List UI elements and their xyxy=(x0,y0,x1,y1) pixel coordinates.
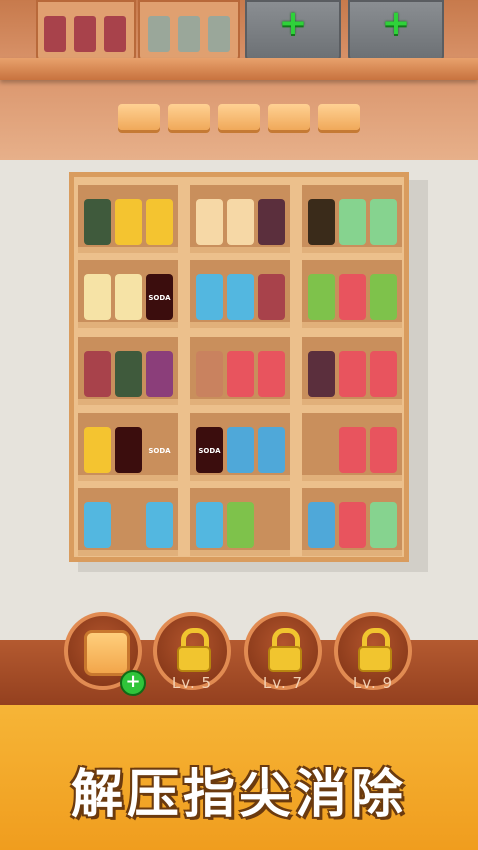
shelf-item[interactable] xyxy=(146,502,173,548)
shelf-item[interactable] xyxy=(84,502,111,548)
shelf-item[interactable] xyxy=(258,427,285,473)
tray-slot xyxy=(168,104,210,130)
cup-item xyxy=(178,16,200,52)
soda-label: SODA xyxy=(148,447,171,455)
shelf-item[interactable] xyxy=(84,199,111,245)
slot-cups[interactable] xyxy=(138,0,240,62)
shelf-cell[interactable] xyxy=(302,337,402,405)
shelf-item[interactable] xyxy=(227,274,254,320)
shelf-item[interactable] xyxy=(370,502,397,548)
shelf-item[interactable] xyxy=(115,351,142,397)
shelf-item[interactable] xyxy=(370,427,397,473)
cookie-box-item xyxy=(74,16,96,52)
toast-icon xyxy=(84,630,130,676)
level-label: Lv. 5 xyxy=(171,674,213,692)
plus-icon: + xyxy=(381,3,411,43)
shelf-item[interactable] xyxy=(339,199,366,245)
plus-icon: + xyxy=(278,3,308,43)
shelf-item[interactable] xyxy=(308,351,335,397)
level-label: Lv. 7 xyxy=(262,674,304,692)
shelf-item[interactable] xyxy=(370,199,397,245)
shelf-item[interactable] xyxy=(115,427,142,473)
shelf-item[interactable] xyxy=(146,351,173,397)
shelf-item[interactable] xyxy=(339,427,366,473)
shelf-cell[interactable] xyxy=(302,488,402,556)
cookie-box-item xyxy=(44,16,66,52)
shelf-item[interactable] xyxy=(196,351,223,397)
cup-item xyxy=(208,16,230,52)
soda-label: SODA xyxy=(198,447,221,455)
level-label: Lv. 9 xyxy=(352,674,394,692)
shelf-item[interactable] xyxy=(258,199,285,245)
tray-slot xyxy=(318,104,360,130)
tray-slot xyxy=(268,104,310,130)
shelf-cell[interactable] xyxy=(190,185,290,253)
shelf-cell[interactable] xyxy=(190,488,290,556)
slot-locked-1[interactable]: + xyxy=(245,0,341,62)
shelf-item[interactable] xyxy=(84,427,111,473)
slot-locked-2[interactable]: + xyxy=(348,0,444,62)
shelf-item[interactable] xyxy=(146,199,173,245)
shelf-item[interactable] xyxy=(258,351,285,397)
top-counter xyxy=(0,58,478,80)
shelf-cell[interactable] xyxy=(302,260,402,328)
soda-label: SODA xyxy=(148,294,171,302)
shelf-cell[interactable] xyxy=(302,185,402,253)
lock-icon-body xyxy=(177,646,211,672)
lock-icon-body xyxy=(358,646,392,672)
shelf-item[interactable] xyxy=(308,274,335,320)
shelf-cell[interactable] xyxy=(78,488,178,556)
shelf-item[interactable] xyxy=(115,274,142,320)
shelf-item[interactable] xyxy=(196,502,223,548)
shelf-item[interactable] xyxy=(370,274,397,320)
cookie-box-item xyxy=(104,16,126,52)
shelf-item[interactable] xyxy=(196,274,223,320)
lock-icon-body xyxy=(268,646,302,672)
shelf-cell[interactable] xyxy=(302,413,402,481)
shelf-cell[interactable] xyxy=(78,337,178,405)
shelf-item[interactable] xyxy=(115,199,142,245)
shelf-item[interactable] xyxy=(339,351,366,397)
shelf-cell[interactable] xyxy=(190,337,290,405)
slot-cookies[interactable] xyxy=(36,0,136,62)
shelf-cell[interactable] xyxy=(190,260,290,328)
shelf-item[interactable] xyxy=(227,427,254,473)
shelf-cell[interactable] xyxy=(78,185,178,253)
shelf-item[interactable] xyxy=(227,351,254,397)
shelf-item[interactable] xyxy=(227,502,254,548)
shelf-item[interactable] xyxy=(196,199,223,245)
shelf-item[interactable] xyxy=(227,199,254,245)
tray-slot xyxy=(118,104,160,130)
shelf-item[interactable] xyxy=(339,502,366,548)
shelf-item[interactable] xyxy=(339,274,366,320)
banner-title: 解压指尖消除 xyxy=(70,765,407,825)
cup-item xyxy=(148,16,170,52)
plus-icon: + xyxy=(120,670,146,696)
shelf-item[interactable] xyxy=(258,274,285,320)
shelf-item[interactable] xyxy=(370,351,397,397)
shelf-item[interactable] xyxy=(84,351,111,397)
shelf-item[interactable] xyxy=(84,274,111,320)
toast-booster-button[interactable]: + xyxy=(64,612,146,696)
shelf-item[interactable] xyxy=(308,502,335,548)
tray-slot xyxy=(218,104,260,130)
shelf-item[interactable] xyxy=(308,199,335,245)
